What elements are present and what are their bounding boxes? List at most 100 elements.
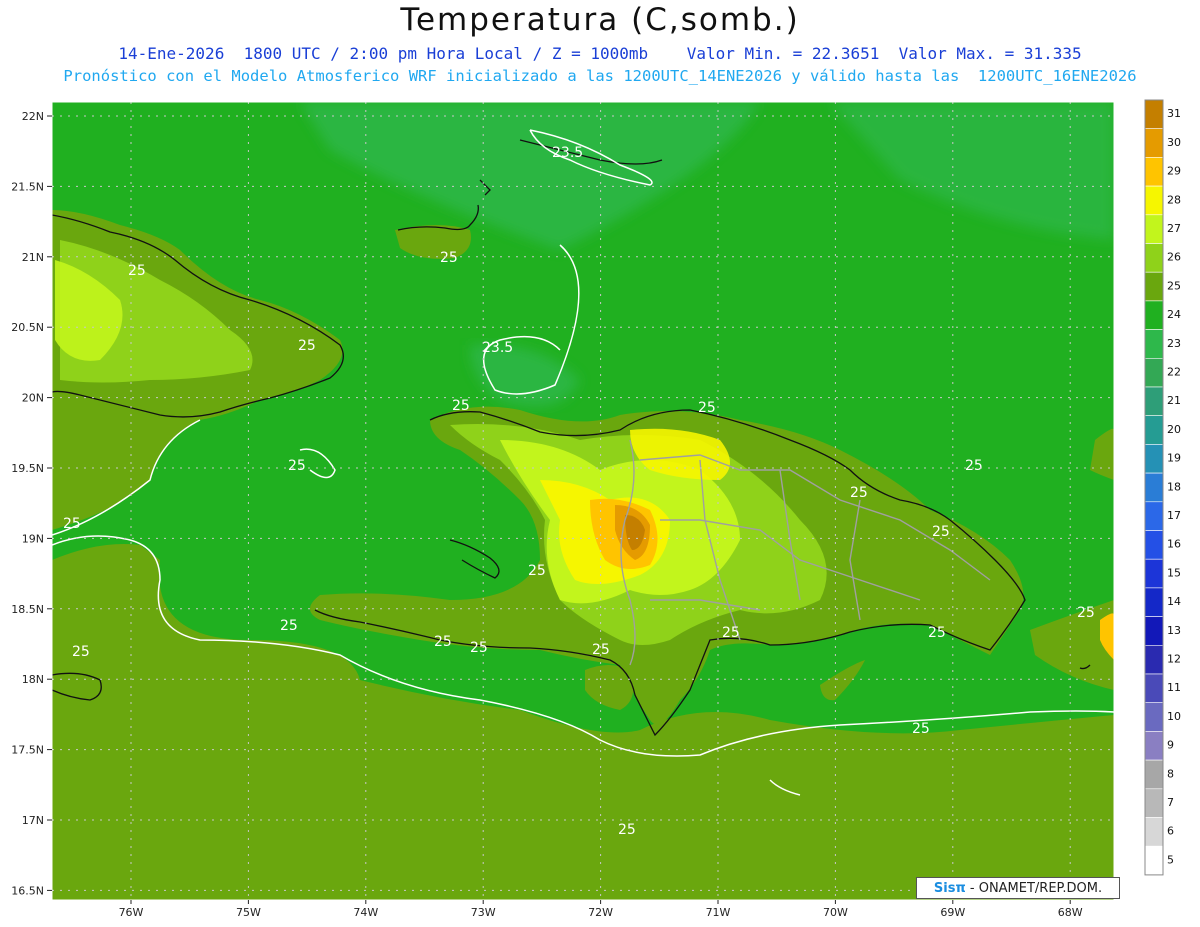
colorbar-swatch xyxy=(1144,157,1164,187)
colorbar-swatch xyxy=(1144,128,1164,158)
colorbar-swatch xyxy=(1144,329,1164,359)
colorbar-swatch xyxy=(1144,444,1164,474)
contour-label: 25 xyxy=(63,516,81,532)
lat-label: 16.5N xyxy=(11,884,44,897)
contour-label: 23.5 xyxy=(552,145,583,161)
colorbar-label: 7 xyxy=(1167,796,1174,809)
colorbar-label: 6 xyxy=(1167,825,1174,838)
colorbar-label: 10 xyxy=(1167,710,1181,723)
contour-label: 25 xyxy=(298,338,316,354)
longitude-labels: 76W 75W 74W 73W 72W 71W 70W 69W 68W xyxy=(119,900,1083,919)
colorbar-label: 15 xyxy=(1167,566,1181,579)
lon-label: 72W xyxy=(588,906,613,919)
colorbar-swatch xyxy=(1144,271,1164,302)
colorbar-swatch xyxy=(1144,759,1164,790)
colorbar-swatch xyxy=(1144,472,1164,503)
contour-label: 25 xyxy=(722,625,740,641)
model-run-info: Pronóstico con el Modelo Atmosferico WRF… xyxy=(63,67,1137,85)
colorbar-label: 20 xyxy=(1167,423,1181,436)
colorbar-label: 8 xyxy=(1167,767,1174,780)
colorbar-label: 28 xyxy=(1167,193,1181,206)
lon-label: 68W xyxy=(1058,906,1083,919)
colorbar-swatch xyxy=(1144,673,1164,704)
colorbar-label: 23 xyxy=(1167,337,1181,350)
lon-label: 70W xyxy=(823,906,848,919)
lat-label: 19.5N xyxy=(11,462,44,475)
contour-label: 25 xyxy=(912,721,930,737)
colorbar-label: 14 xyxy=(1167,595,1181,608)
colorbar-swatch xyxy=(1144,587,1164,617)
colorbar-label: 18 xyxy=(1167,480,1181,493)
lon-label: 76W xyxy=(119,906,144,919)
colorbar-swatch xyxy=(1144,530,1164,560)
lon-label: 73W xyxy=(471,906,496,919)
colorbar-swatch xyxy=(1144,817,1164,847)
colorbar-swatch xyxy=(1144,415,1164,445)
colorbar-swatch xyxy=(1144,185,1164,216)
colorbar-label: 25 xyxy=(1167,279,1181,292)
lat-label: 21.5N xyxy=(11,180,44,193)
contour-label: 25 xyxy=(698,400,716,416)
colorbar-label: 22 xyxy=(1167,366,1181,379)
colorbar-swatch xyxy=(1144,300,1164,330)
colorbar-label: 9 xyxy=(1167,739,1174,752)
colorbar-swatch xyxy=(1144,243,1164,273)
contour-label: 25 xyxy=(1077,605,1095,621)
colorbar-label: 31 xyxy=(1167,107,1181,120)
colorbar-swatch xyxy=(1144,731,1164,761)
lat-label: 18N xyxy=(22,673,44,686)
colorbar-swatch xyxy=(1144,702,1164,732)
contour-label: 25 xyxy=(618,822,636,838)
contour-label: 25 xyxy=(965,458,983,474)
contour-label: 25 xyxy=(452,398,470,414)
colorbar-label: 19 xyxy=(1167,452,1181,465)
colorbar-label: 29 xyxy=(1167,165,1181,178)
colorbar-swatch xyxy=(1144,501,1164,531)
colorbar-swatch xyxy=(1144,788,1164,818)
map-field xyxy=(52,102,1114,900)
lat-label: 20N xyxy=(22,392,44,405)
lat-label: 22N xyxy=(22,110,44,123)
lon-label: 74W xyxy=(353,906,378,919)
colorbar-label: 27 xyxy=(1167,222,1181,235)
lon-label: 71W xyxy=(706,906,731,919)
colorbar-swatch xyxy=(1144,357,1164,388)
colorbar-label: 12 xyxy=(1167,653,1181,666)
lat-label: 17N xyxy=(22,814,44,827)
colorbar-swatch xyxy=(1144,644,1164,675)
map-title: Temperatura (C,somb.) xyxy=(400,2,800,38)
contour-label: 25 xyxy=(440,250,458,266)
colorbar-swatch xyxy=(1144,616,1164,646)
contour-label: 25 xyxy=(288,458,306,474)
colorbar-swatch xyxy=(1144,214,1164,244)
lat-label: 21N xyxy=(22,251,44,264)
colorbar-swatch xyxy=(1144,386,1164,417)
colorbar-label: 24 xyxy=(1167,308,1181,321)
lat-label: 20.5N xyxy=(11,321,44,334)
contour-label: 25 xyxy=(850,485,868,501)
lon-label: 69W xyxy=(940,906,965,919)
contour-label: 23.5 xyxy=(482,340,513,356)
lon-label: 75W xyxy=(236,906,261,919)
credit-text: - ONAMET/REP.DOM. xyxy=(965,881,1103,896)
lat-label: 18.5N xyxy=(11,603,44,616)
colorbar-label: 13 xyxy=(1167,624,1181,637)
forecast-map: 23.5 25 25 25 25 25 25 25 23.5 25 25 25 … xyxy=(11,99,1181,919)
colorbar-swatch xyxy=(1144,558,1164,589)
colorbar-swatch xyxy=(1144,845,1164,876)
lat-label: 17.5N xyxy=(11,744,44,757)
contour-label: 25 xyxy=(928,625,946,641)
credit-box: Sisπ - ONAMET/REP.DOM. xyxy=(916,877,1120,899)
contour-label: 25 xyxy=(932,524,950,540)
contour-label: 25 xyxy=(528,563,546,579)
lat-label: 19N xyxy=(22,532,44,545)
colorbar-label: 16 xyxy=(1167,538,1181,551)
forecast-time-info: 14-Ene-2026 1800 UTC / 2:00 pm Hora Loca… xyxy=(118,44,1082,63)
contour-label: 25 xyxy=(280,618,298,634)
colorbar-label: 21 xyxy=(1167,394,1181,407)
contour-label: 25 xyxy=(470,640,488,656)
colorbar-label: 5 xyxy=(1167,853,1174,866)
sispi-logo: Sisπ xyxy=(933,881,966,896)
colorbar-label: 11 xyxy=(1167,681,1181,694)
colorbar: 31 30 29 28 27 26 25 24 23 22 21 20 19 18 17 16 15 14 13 12… xyxy=(1144,99,1181,876)
